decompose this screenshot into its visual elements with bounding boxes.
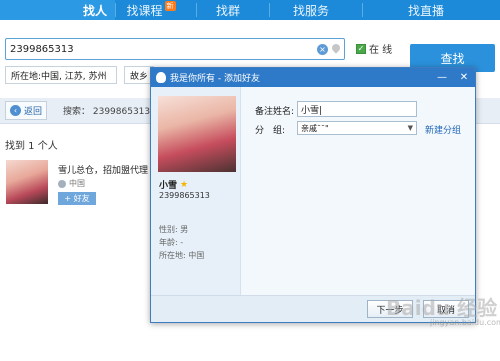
add-friend-dialog: 我是你所有 - 添加好友 — ✕ 小雪 ★ 2399865313 性别: 男 年… — [150, 67, 476, 323]
tab-find-live[interactable]: 找直播 — [363, 0, 499, 20]
profile-name-text: 小雪 — [159, 181, 178, 191]
dialog-titlebar[interactable]: 我是你所有 - 添加好友 — ✕ — [151, 68, 475, 87]
dialog-title: 我是你所有 - 添加好友 — [170, 74, 260, 84]
new-group-link[interactable]: 新建分组 — [425, 123, 461, 136]
back-arrow-icon: ‹ — [10, 105, 21, 116]
profile-age: 年龄: - — [159, 238, 184, 247]
top-nav: 找人 找课程新 找群 找服务 找直播 — [0, 0, 500, 20]
search-breadcrumb: 搜索： 2399865313 — [63, 107, 151, 117]
online-label: 在 线 — [369, 45, 393, 56]
profile-photo — [158, 96, 236, 172]
close-icon[interactable]: ✕ — [453, 72, 475, 83]
result-location-text: 中国 — [69, 179, 85, 188]
location-pin-icon[interactable] — [332, 44, 340, 54]
minimize-icon[interactable]: — — [431, 72, 453, 83]
result-location: 中国 — [58, 178, 85, 189]
location-select[interactable]: 所在地:中国, 江苏, 苏州 — [5, 66, 117, 84]
watermark-url: jingyan.baidu.com — [430, 318, 500, 327]
online-filter[interactable]: ✓ 在 线 — [356, 41, 392, 56]
add-friend-button[interactable]: + 好友 — [58, 192, 96, 205]
clear-icon[interactable]: × — [317, 43, 328, 55]
search-input-value: 2399865313 — [10, 43, 74, 55]
online-checkbox[interactable]: ✓ — [356, 43, 366, 54]
tab-find-courses[interactable]: 找课程新 — [116, 0, 196, 20]
profile-name: 小雪 ★ — [159, 178, 189, 192]
watermark: Baidu 经验 — [386, 296, 498, 320]
group-label: 分 组: — [255, 126, 286, 136]
group-select[interactable]: 亲戚¯¯" ▼ — [297, 121, 417, 135]
back-label: 返回 — [24, 107, 43, 117]
tab-label: 找群 — [215, 3, 240, 18]
tab-find-people[interactable]: 找人 — [0, 0, 115, 20]
search-input[interactable]: 2399865313 × — [5, 38, 345, 60]
person-icon — [58, 179, 66, 188]
star-icon: ★ — [180, 179, 189, 190]
qq-penguin-icon — [156, 72, 166, 83]
tab-find-services[interactable]: 找服务 — [270, 0, 362, 20]
back-button[interactable]: ‹ 返回 — [5, 101, 48, 120]
group-select-value: 亲戚¯¯" — [301, 123, 329, 133]
tab-label: 找服务 — [292, 3, 329, 18]
profile-gender: 性别: 男 — [159, 225, 189, 234]
result-count: 找到 1 个人 — [5, 141, 58, 152]
remark-label: 备注姓名: — [255, 107, 295, 117]
chevron-down-icon: ▼ — [407, 124, 413, 132]
tab-find-groups[interactable]: 找群 — [197, 0, 269, 20]
remark-name-input[interactable]: 小雪| — [297, 101, 417, 117]
tab-label: 找人 — [82, 3, 107, 18]
tab-label: 找直播 — [407, 3, 444, 18]
profile-location: 所在地: 中国 — [159, 251, 205, 260]
result-name[interactable]: 雪儿总仓，招加盟代理 — [58, 163, 148, 176]
new-badge: 新 — [164, 1, 176, 11]
tab-label: 找课程 — [126, 3, 163, 18]
avatar[interactable] — [6, 160, 48, 204]
profile-qq-number: 2399865313 — [159, 191, 210, 200]
